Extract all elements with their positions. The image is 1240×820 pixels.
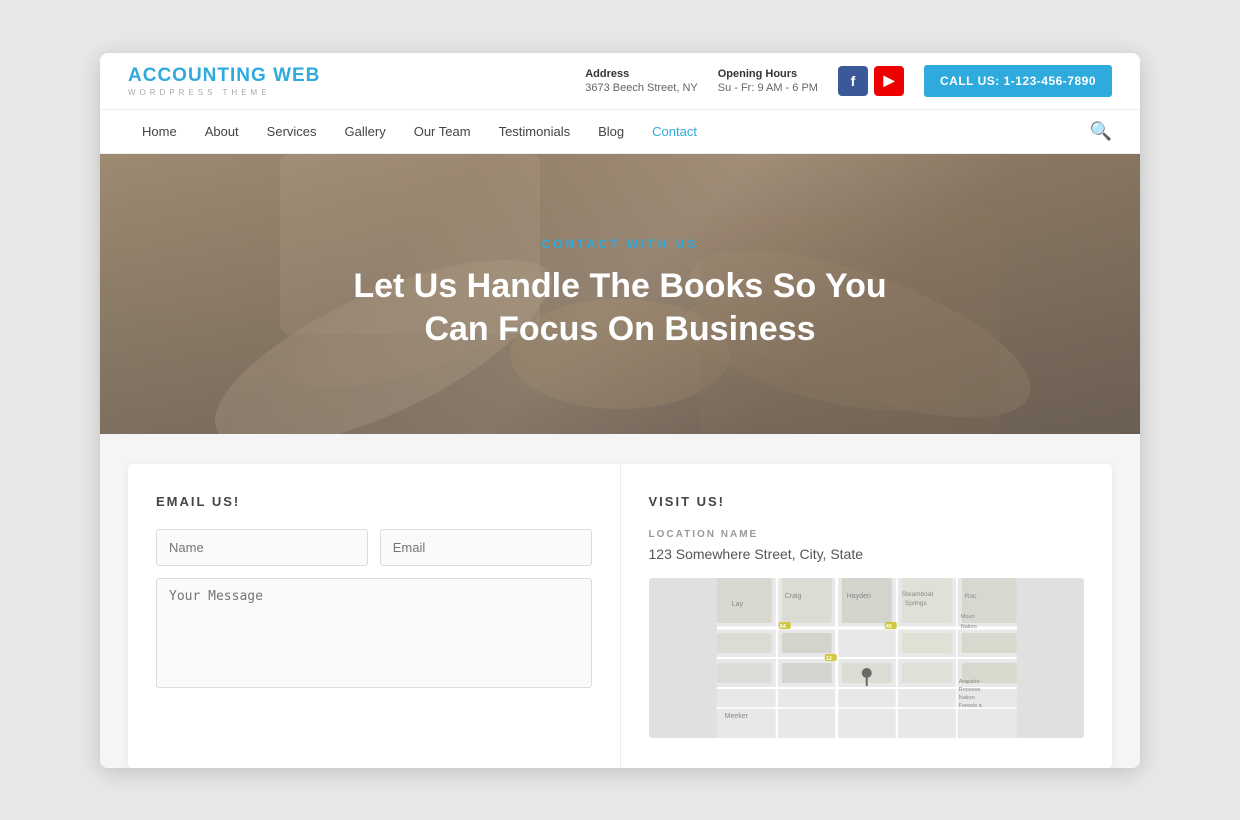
visit-section-heading: VISIT US! xyxy=(649,494,1085,509)
address-value: 3673 Beech Street, NY xyxy=(585,82,698,94)
nav-testimonials[interactable]: Testimonials xyxy=(485,110,585,153)
address-label: Address xyxy=(585,68,698,80)
nav-services[interactable]: Services xyxy=(253,110,331,153)
map-container: Lay Craig Hayden Steamboat Springs Roc M… xyxy=(649,578,1085,738)
name-input[interactable] xyxy=(156,529,368,566)
address-block: Address 3673 Beech Street, NY xyxy=(585,68,698,94)
location-address: 123 Somewhere Street, City, State xyxy=(649,546,1085,562)
nav-links: Home About Services Gallery Our Team Tes… xyxy=(128,110,711,153)
nav-blog[interactable]: Blog xyxy=(584,110,638,153)
browser-window: ACCOUNTING WEB WORDPRESS THEME Address 3… xyxy=(100,53,1140,768)
email-form-section: EMAIL US! xyxy=(128,464,621,768)
nav-contact[interactable]: Contact xyxy=(638,110,711,153)
logo-main: ACCOUNTING xyxy=(128,65,273,86)
social-icons: f ▶ xyxy=(838,66,904,96)
search-icon[interactable]: 🔍 xyxy=(1090,121,1112,142)
logo: ACCOUNTING WEB WORDPRESS THEME xyxy=(128,65,320,97)
hours-value: Su - Fr: 9 AM - 6 PM xyxy=(718,82,818,94)
hours-block: Opening Hours Su - Fr: 9 AM - 6 PM xyxy=(718,68,818,94)
svg-text:Rooseve: Rooseve xyxy=(958,687,980,693)
visit-section: VISIT US! LOCATION NAME 123 Somewhere St… xyxy=(621,464,1113,768)
logo-accent: WEB xyxy=(273,65,320,86)
facebook-icon[interactable]: f xyxy=(838,66,868,96)
svg-text:Lay: Lay xyxy=(731,601,743,608)
hero-subtitle: CONTACT WITH US xyxy=(350,237,890,251)
svg-text:Roc: Roc xyxy=(964,593,976,600)
youtube-icon[interactable]: ▶ xyxy=(874,66,904,96)
svg-text:Arapaho: Arapaho xyxy=(958,679,979,685)
svg-text:40: 40 xyxy=(885,624,891,630)
nav-about[interactable]: About xyxy=(191,110,253,153)
contact-card: EMAIL US! VISIT US! LOCATION NAME 123 So… xyxy=(128,464,1112,768)
nav-ourteam[interactable]: Our Team xyxy=(400,110,485,153)
svg-text:Steamboat: Steamboat xyxy=(901,591,933,598)
map-svg: Lay Craig Hayden Steamboat Springs Roc M… xyxy=(649,578,1085,738)
email-section-heading: EMAIL US! xyxy=(156,494,592,509)
nav-gallery[interactable]: Gallery xyxy=(331,110,400,153)
form-name-email-row xyxy=(156,529,592,566)
nav-home[interactable]: Home xyxy=(128,110,191,153)
logo-text: ACCOUNTING WEB xyxy=(128,65,320,87)
hours-label: Opening Hours xyxy=(718,68,818,80)
message-textarea[interactable] xyxy=(156,578,592,688)
top-bar-right: Address 3673 Beech Street, NY Opening Ho… xyxy=(585,65,1112,97)
content-section: EMAIL US! VISIT US! LOCATION NAME 123 So… xyxy=(100,434,1140,768)
svg-text:Springs: Springs xyxy=(904,600,927,607)
hero-title: Let Us Handle The Books So You Can Focus… xyxy=(350,265,890,350)
svg-text:Forests a: Forests a xyxy=(958,703,982,709)
hero-section: CONTACT WITH US Let Us Handle The Books … xyxy=(100,154,1140,434)
svg-text:64: 64 xyxy=(779,624,786,630)
hero-content: CONTACT WITH US Let Us Handle The Books … xyxy=(350,237,890,350)
call-button[interactable]: CALL US: 1-123-456-7890 xyxy=(924,65,1112,97)
nav-bar: Home About Services Gallery Our Team Tes… xyxy=(100,110,1140,154)
location-label: LOCATION NAME xyxy=(649,529,1085,540)
svg-text:Craig: Craig xyxy=(784,593,801,600)
svg-text:Nation: Nation xyxy=(960,624,976,630)
svg-text:Nation: Nation xyxy=(958,695,974,701)
svg-text:Hayden: Hayden xyxy=(846,593,870,600)
email-input[interactable] xyxy=(380,529,592,566)
svg-text:Moun: Moun xyxy=(960,614,974,620)
top-bar: ACCOUNTING WEB WORDPRESS THEME Address 3… xyxy=(100,53,1140,110)
svg-text:13: 13 xyxy=(825,656,831,662)
logo-sub: WORDPRESS THEME xyxy=(128,88,320,97)
svg-text:Meeker: Meeker xyxy=(724,713,748,720)
